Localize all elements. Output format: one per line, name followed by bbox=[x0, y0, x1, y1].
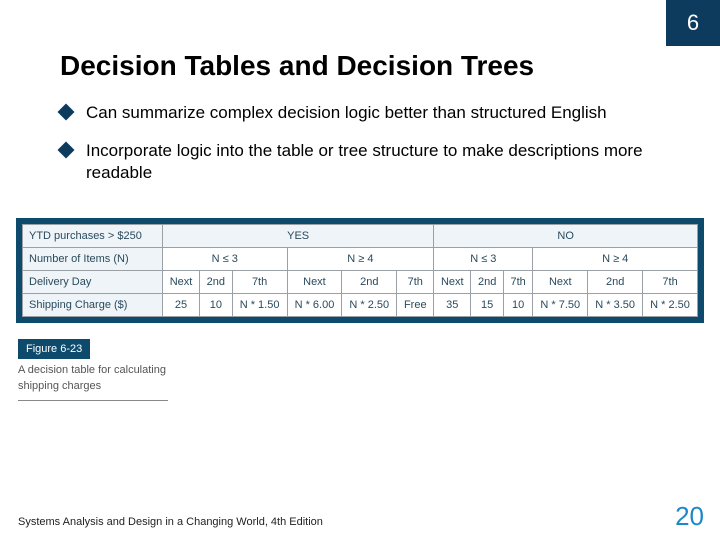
cell: N ≤ 3 bbox=[163, 248, 288, 271]
bullet-list: Can summarize complex decision logic bet… bbox=[0, 102, 720, 218]
cell: N * 7.50 bbox=[533, 294, 588, 317]
figure-label: Figure 6-23 bbox=[18, 339, 90, 359]
chapter-number: 6 bbox=[687, 10, 699, 36]
cell: 2nd bbox=[588, 271, 643, 294]
row-header: Number of Items (N) bbox=[23, 248, 163, 271]
figure-caption: A decision table for calculating shippin… bbox=[18, 363, 168, 401]
list-item: Incorporate logic into the table or tree… bbox=[60, 140, 660, 184]
cell: N * 3.50 bbox=[588, 294, 643, 317]
cell: N * 2.50 bbox=[342, 294, 397, 317]
cell: 7th bbox=[232, 271, 287, 294]
cell: N ≤ 3 bbox=[434, 248, 533, 271]
cell: 7th bbox=[397, 271, 434, 294]
cell: 2nd bbox=[471, 271, 504, 294]
cell: 25 bbox=[163, 294, 200, 317]
diamond-icon bbox=[58, 142, 75, 159]
cell: N ≥ 4 bbox=[533, 248, 698, 271]
bullet-text: Incorporate logic into the table or tree… bbox=[86, 140, 660, 184]
cell: N * 6.00 bbox=[287, 294, 342, 317]
cell: Next bbox=[287, 271, 342, 294]
decision-table: YTD purchases > $250 YES NO Number of It… bbox=[16, 218, 704, 323]
group-header: NO bbox=[434, 225, 698, 248]
list-item: Can summarize complex decision logic bet… bbox=[60, 102, 660, 124]
cell: N * 1.50 bbox=[232, 294, 287, 317]
row-header: Shipping Charge ($) bbox=[23, 294, 163, 317]
diamond-icon bbox=[58, 104, 75, 121]
page-title: Decision Tables and Decision Trees bbox=[0, 0, 720, 102]
cell: 2nd bbox=[200, 271, 233, 294]
chapter-badge: 6 bbox=[666, 0, 720, 46]
bullet-text: Can summarize complex decision logic bet… bbox=[86, 102, 607, 124]
cell: Next bbox=[533, 271, 588, 294]
page-number: 20 bbox=[675, 501, 704, 532]
footer-text: Systems Analysis and Design in a Changin… bbox=[18, 516, 323, 528]
cell: Next bbox=[434, 271, 471, 294]
cell: Free bbox=[397, 294, 434, 317]
cell: 10 bbox=[503, 294, 532, 317]
cell: N * 2.50 bbox=[643, 294, 698, 317]
group-header: YES bbox=[163, 225, 434, 248]
cell: 7th bbox=[503, 271, 532, 294]
row-header: YTD purchases > $250 bbox=[23, 225, 163, 248]
cell: 10 bbox=[200, 294, 233, 317]
cell: 7th bbox=[643, 271, 698, 294]
cell: 2nd bbox=[342, 271, 397, 294]
figure-caption-block: Figure 6-23 A decision table for calcula… bbox=[18, 339, 168, 401]
cell: Next bbox=[163, 271, 200, 294]
cell: 15 bbox=[471, 294, 504, 317]
row-header: Delivery Day bbox=[23, 271, 163, 294]
cell: 35 bbox=[434, 294, 471, 317]
cell: N ≥ 4 bbox=[287, 248, 434, 271]
